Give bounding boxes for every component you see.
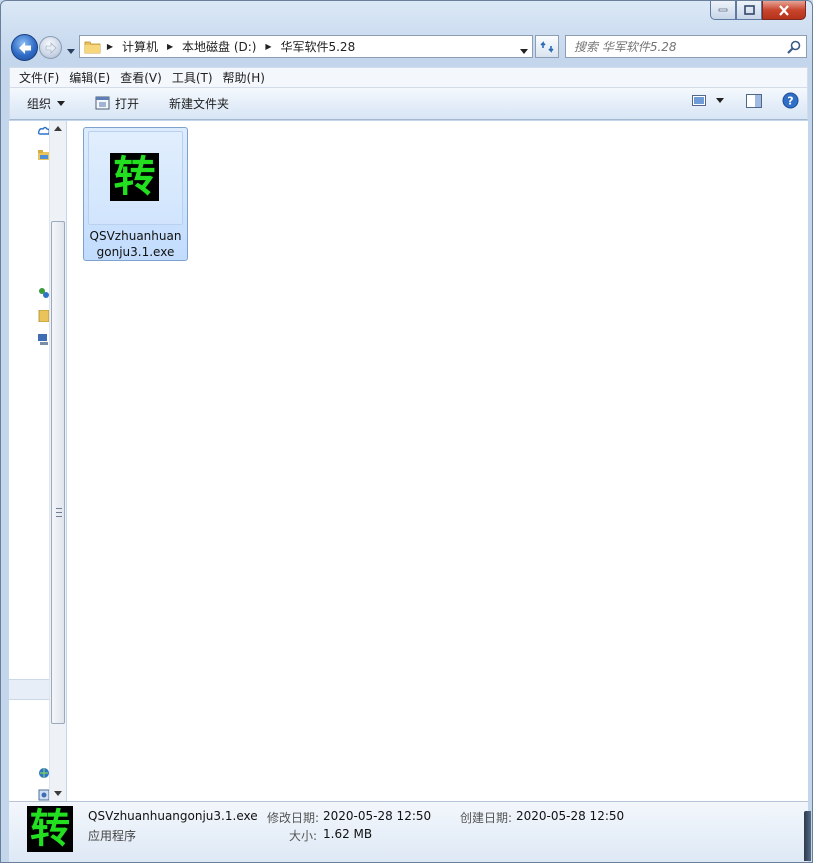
minimize-button[interactable] [710, 1, 736, 20]
file-list-area[interactable]: 转 QSVzhuanhuangonju3.1.exe [67, 121, 808, 801]
file-item[interactable]: 转 QSVzhuanhuangonju3.1.exe [83, 127, 188, 261]
file-name: QSVzhuanhuangonju3.1.exe [89, 229, 182, 259]
breadcrumb-local-disk[interactable]: 本地磁盘 (D:) [178, 38, 260, 55]
explorer-window: ▶ 计算机 ▶ 本地磁盘 (D:) ▶ 华军软件5.28 文件(F) [0, 0, 813, 863]
search-icon[interactable] [787, 40, 801, 54]
refresh-button[interactable] [535, 35, 559, 58]
folder-icon [84, 41, 101, 53]
maximize-button[interactable] [736, 1, 762, 20]
app-icon: 转 [110, 153, 159, 201]
help-icon: ? [782, 92, 799, 109]
preview-pane-icon [746, 93, 762, 108]
close-icon [779, 4, 789, 16]
command-bar: 组织 打开 新建文件夹 ? [9, 88, 808, 120]
details-modified-label: 修改日期: [267, 811, 320, 825]
menu-file[interactable]: 文件(F) [14, 68, 64, 88]
toolbar-right: ? [682, 92, 799, 109]
details-created-label: 创建日期: [460, 811, 513, 825]
details-size-label: 大小: [289, 829, 318, 843]
back-button[interactable] [11, 34, 38, 61]
organize-label: 组织 [27, 97, 52, 111]
chevron-down-icon [716, 98, 724, 103]
chevron-down-icon [520, 49, 528, 54]
menu-help[interactable]: 帮助(H) [218, 68, 270, 88]
organize-button[interactable]: 组织 [19, 92, 73, 116]
details-pane: 转 QSVzhuanhuangonju3.1.exe 应用程序 修改日期: 20… [9, 801, 808, 862]
address-bar[interactable]: ▶ 计算机 ▶ 本地磁盘 (D:) ▶ 华军软件5.28 [79, 35, 533, 58]
details-size-value: 1.62 MB [323, 827, 373, 841]
breadcrumb-current-folder[interactable]: 华军软件5.28 [276, 38, 359, 55]
svg-text:?: ? [787, 95, 793, 108]
scroll-up-arrow-icon[interactable] [54, 126, 62, 131]
breadcrumb-separator[interactable]: ▶ [102, 42, 118, 51]
preview-pane-button[interactable] [746, 93, 762, 108]
scrollbar-thumb[interactable] [51, 221, 65, 724]
open-app-icon [95, 96, 110, 110]
details-created-value: 2020-05-28 12:50 [516, 809, 625, 823]
details-file-name: QSVzhuanhuangonju3.1.exe [88, 809, 258, 823]
menu-view[interactable]: 查看(V) [115, 68, 167, 88]
search-box[interactable] [565, 35, 807, 58]
details-file-type: 应用程序 [88, 829, 137, 843]
new-folder-label: 新建文件夹 [169, 97, 230, 111]
help-button[interactable]: ? [782, 92, 799, 109]
address-row: ▶ 计算机 ▶ 本地磁盘 (D:) ▶ 华军软件5.28 [1, 31, 812, 63]
view-icon [692, 95, 706, 106]
open-label: 打开 [115, 97, 140, 111]
menu-bar: 文件(F) 编辑(E) 查看(V) 工具(T) 帮助(H) [9, 67, 808, 88]
nav-pane-scrollbar[interactable] [49, 121, 66, 801]
scroll-down-arrow-icon[interactable] [54, 791, 62, 796]
change-view-button[interactable] [692, 95, 724, 106]
open-button[interactable]: 打开 [87, 92, 147, 116]
maximize-icon [743, 5, 755, 15]
caption-buttons [710, 1, 806, 21]
minimize-icon [718, 8, 728, 12]
address-history-dropdown[interactable] [520, 43, 528, 57]
scrollbar-grip-icon [56, 508, 62, 517]
chevron-down-icon [67, 49, 75, 54]
forward-button[interactable] [39, 36, 62, 59]
nav-selected-item[interactable] [9, 679, 49, 700]
back-arrow-icon [18, 41, 31, 54]
new-folder-button[interactable]: 新建文件夹 [161, 92, 237, 116]
breadcrumb-separator[interactable]: ▶ [162, 42, 178, 51]
refresh-icon [540, 40, 554, 53]
breadcrumb-computer[interactable]: 计算机 [118, 38, 162, 55]
recent-pages-dropdown[interactable] [67, 43, 75, 57]
chevron-down-icon [57, 101, 66, 106]
search-input[interactable] [574, 39, 784, 54]
details-modified-value: 2020-05-28 12:50 [323, 809, 432, 823]
breadcrumb-separator[interactable]: ▶ [260, 42, 276, 51]
menu-edit[interactable]: 编辑(E) [64, 68, 115, 88]
forward-arrow-icon [45, 41, 56, 54]
menu-tools[interactable]: 工具(T) [167, 68, 218, 88]
resize-grip[interactable] [804, 811, 811, 861]
details-app-icon: 转 [27, 806, 73, 852]
close-button[interactable] [762, 1, 806, 20]
